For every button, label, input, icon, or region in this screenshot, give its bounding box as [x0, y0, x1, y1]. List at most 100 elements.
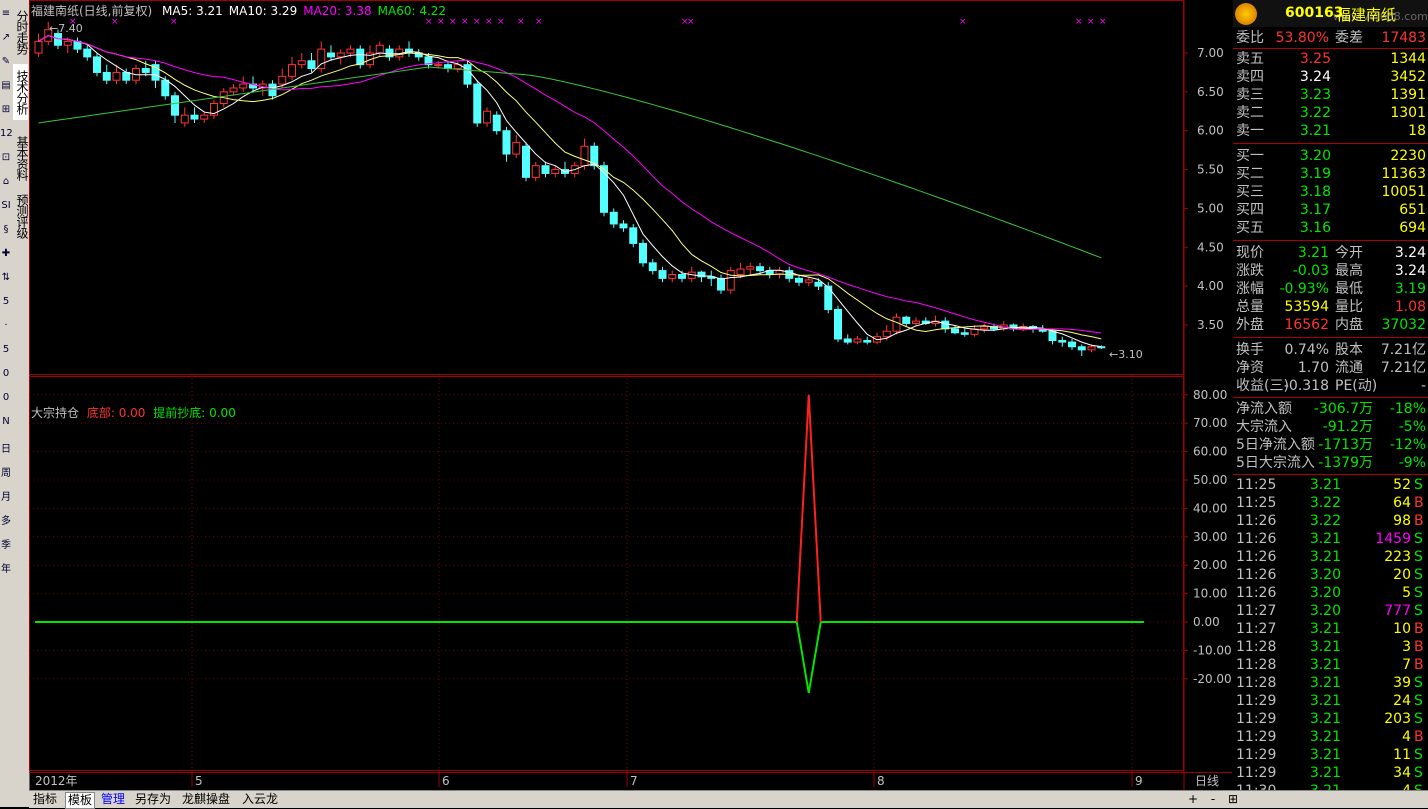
tick-volume: 39 [1393, 675, 1411, 691]
ask-row: 卖四 3.24 3452 [1233, 68, 1428, 86]
candle-body [492, 114, 501, 132]
period-label[interactable]: 日线 [1195, 774, 1219, 788]
stats-value2: 7.21亿 [1380, 342, 1426, 358]
left-icon-22[interactable]: 季 [0, 536, 12, 551]
tick-side: S [1414, 693, 1423, 709]
left-icon-18[interactable]: 日 [0, 440, 12, 455]
candle-body [629, 227, 638, 244]
stats-label2: 股本 [1335, 342, 1363, 358]
quote-row: 现价 3.21 今开 3.24 [1233, 244, 1428, 262]
ind-axis-label: 40.00 [1193, 501, 1227, 515]
tick-price: 3.22 [1309, 495, 1341, 511]
bid-price: 3.19 [1299, 166, 1331, 182]
left-icon-20[interactable]: 月 [0, 488, 12, 503]
candle-body [960, 332, 969, 335]
bottom-tab-5[interactable]: 入云龙 [240, 792, 280, 807]
ind-axis-label: -10.00 [1193, 643, 1232, 657]
candle-body [795, 277, 803, 283]
ind-axis-label: 70.00 [1193, 416, 1227, 430]
left-icon-17[interactable]: N [0, 416, 12, 427]
candle-body [804, 279, 813, 283]
left-icon-1[interactable]: ↗ [0, 32, 12, 43]
left-icon-21[interactable]: 多 [0, 512, 12, 527]
left-icon-0[interactable]: ≡ [0, 8, 12, 19]
bottom-tab-3[interactable]: 另存为 [133, 792, 173, 807]
bottom-tab-4[interactable]: 龙麒操盘 [180, 792, 232, 807]
left-tab-2[interactable]: 基本资料 [13, 130, 29, 186]
chart-header: 福建南纸(日线,前复权) MA5: 3.21 MA10: 3.29 MA20: 3.… [31, 2, 446, 19]
left-tab-3[interactable]: 预测评级 [13, 188, 29, 244]
left-icon-8[interactable]: SI [0, 200, 12, 211]
tick-side: S [1414, 765, 1423, 781]
tick-volume: 24 [1393, 693, 1411, 709]
candle-body [580, 145, 589, 167]
left-icon-3[interactable]: ▤ [0, 80, 12, 91]
left-icon-5[interactable]: 12 [0, 128, 13, 139]
price-axis-label: 6.50 [1197, 85, 1224, 99]
left-icon-16[interactable]: 0 [0, 392, 12, 403]
bottom-tab-1[interactable]: 模板 [65, 792, 96, 809]
left-icon-7[interactable]: ⌂ [0, 176, 12, 187]
left-icon-6[interactable]: ⊡ [0, 152, 12, 163]
left-icon-9[interactable]: § [0, 224, 12, 235]
ask-price: 3.23 [1299, 87, 1331, 103]
kline-chart[interactable]: ←7.40←3.10× × × × × × × × × × × × ×× × × × × 7.006.506.0… [29, 0, 1232, 790]
zoom-out-button[interactable]: - [1204, 792, 1222, 807]
ask-label: 卖四 [1236, 69, 1264, 85]
tick-row: 11:28 3.21 39 S [1233, 674, 1428, 692]
tick-row: 11:26 3.22 98 B [1233, 512, 1428, 530]
tick-price: 3.21 [1309, 675, 1341, 691]
candle-body [288, 64, 296, 77]
indicator-line2: 提前抄底: 0.00 [153, 406, 236, 420]
stats-label2: 流通 [1335, 360, 1363, 376]
candle-body [434, 64, 443, 67]
left-icon-19[interactable]: 周 [0, 464, 12, 479]
left-icon-11[interactable]: ⇅ [0, 272, 12, 283]
candle-body [161, 79, 170, 97]
left-icon-23[interactable]: 年 [0, 560, 12, 575]
bottom-tab-2[interactable]: 管理 [99, 792, 127, 807]
left-icon-10[interactable]: ✚ [0, 248, 12, 259]
tick-side: B [1414, 639, 1424, 655]
tick-time: 11:29 [1236, 747, 1277, 763]
tick-side: S [1414, 477, 1423, 493]
indicator-line1: 底部: 0.00 [86, 406, 146, 420]
tick-volume: 1459 [1375, 531, 1411, 547]
bottom-tab-0[interactable]: 指标 [31, 792, 59, 807]
candle-body [34, 40, 43, 54]
left-icon-14[interactable]: 5 [0, 344, 12, 355]
left-icon-2[interactable]: ✎ [0, 56, 12, 67]
ask-row: 卖五 3.25 1344 [1233, 50, 1428, 68]
tick-volume: 64 [1393, 495, 1411, 511]
tick-volume: 4 [1402, 729, 1411, 745]
left-icon-13[interactable]: · [0, 320, 12, 331]
tick-row: 11:29 3.21 34 S [1233, 764, 1428, 782]
zoom-in-button[interactable]: + [1184, 792, 1202, 807]
tick-time: 11:27 [1236, 621, 1277, 637]
stats-value2: 7.21亿 [1380, 360, 1426, 376]
flow-pct: -5% [1398, 419, 1426, 435]
order-diff-label: 委差 [1335, 30, 1363, 46]
signal-mark: × [1087, 17, 1095, 27]
candle-body [639, 242, 647, 264]
stats-value: 0.74% [1284, 342, 1329, 358]
candle-body [609, 211, 618, 225]
indicator-group [35, 394, 1144, 694]
left-icon-12[interactable]: 5 [0, 296, 12, 307]
flow-value: -91.2万 [1322, 419, 1373, 435]
layout-button[interactable]: ⊞ [1224, 792, 1242, 807]
left-icon-15[interactable]: 0 [0, 368, 12, 379]
price-axis-label: 4.00 [1197, 279, 1224, 293]
tick-volume: 34 [1393, 765, 1411, 781]
left-tab-0[interactable]: 分时走势 [13, 4, 29, 60]
tick-side: S [1414, 711, 1423, 727]
left-icon-4[interactable]: ⊞ [0, 104, 12, 115]
indicator-header: 大宗持仓 底部: 0.00 提前抄底: 0.00 [31, 404, 236, 421]
ind-axis-label: 80.00 [1193, 388, 1227, 402]
tick-side: S [1414, 747, 1423, 763]
left-tab-1[interactable]: 技术分析 [13, 64, 29, 120]
indicator-name[interactable]: 大宗持仓 [31, 406, 79, 420]
tick-time: 11:29 [1236, 765, 1277, 781]
tick-price: 3.20 [1309, 567, 1341, 583]
candle-body [1097, 346, 1106, 349]
